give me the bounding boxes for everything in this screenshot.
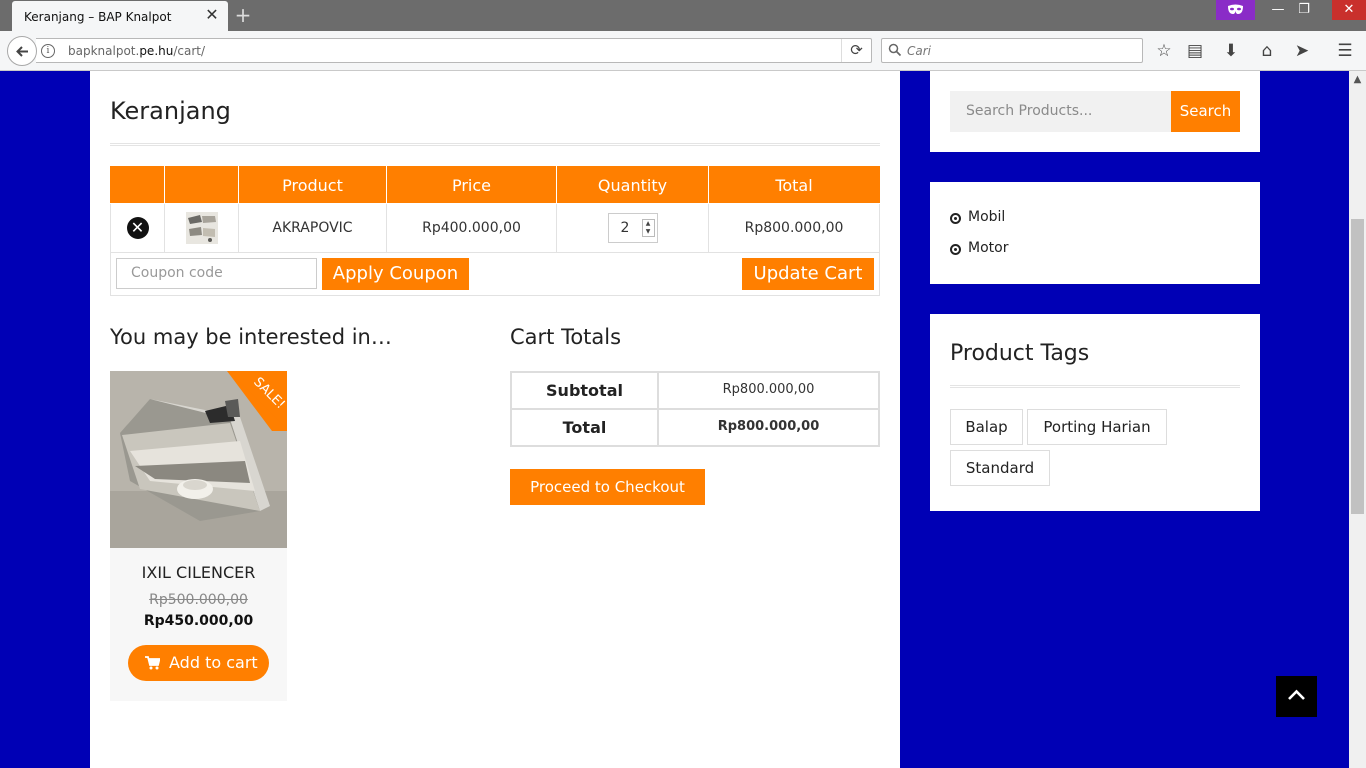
browser-search-bar[interactable]: Cari (881, 38, 1143, 63)
cart-table: Product Price Quantity Total ✕ AKRAPOVIC… (110, 166, 880, 253)
subtotal-row: Subtotal Rp800.000,00 (510, 371, 880, 410)
thumbnail-cell (164, 203, 239, 253)
main-content: Keranjang Product Price Quantity Total ✕ (90, 71, 900, 768)
close-tab-icon[interactable]: ✕ (204, 7, 220, 23)
col-header-remove (110, 166, 165, 204)
product-thumbnail[interactable] (185, 212, 218, 244)
col-header-quantity: Quantity (556, 166, 709, 204)
col-header-price: Price (386, 166, 557, 204)
cart-icon (145, 656, 160, 670)
scroll-to-top-button[interactable] (1276, 676, 1317, 717)
browser-search-placeholder: Cari (907, 44, 931, 58)
tags-divider (950, 385, 1240, 388)
subtotal-value: Rp800.000,00 (657, 371, 880, 410)
apply-coupon-button[interactable]: Apply Coupon (322, 258, 469, 290)
send-icon[interactable]: ➤ (1291, 40, 1313, 62)
category-label: Motor (968, 240, 1009, 256)
url-text: bapknalpot.pe.hu/cart/ (68, 44, 206, 58)
remove-cell: ✕ (110, 203, 165, 253)
categories-widget: Mobil Motor (930, 182, 1260, 284)
total-cell: Rp800.000,00 (708, 203, 880, 253)
category-link-mobil[interactable]: Mobil (950, 209, 1005, 225)
cart-totals-table: Subtotal Rp800.000,00 Total Rp800.000,00 (510, 371, 880, 447)
update-cart-button[interactable]: Update Cart (742, 258, 874, 290)
add-to-cart-button[interactable]: Add to cart (128, 645, 269, 681)
quantity-stepper[interactable]: 2 ▲ ▼ (607, 213, 658, 243)
product-title[interactable]: IXIL CILENCER (110, 563, 287, 582)
add-to-cart-label: Add to cart (169, 653, 258, 672)
browser-tab[interactable]: Keranjang – BAP Knalpot ✕ (12, 1, 228, 31)
private-browsing-icon (1216, 0, 1255, 20)
category-label: Mobil (968, 209, 1006, 225)
bullet-icon (950, 213, 961, 224)
col-header-total: Total (708, 166, 880, 204)
tag-balap[interactable]: Balap (950, 409, 1023, 445)
proceed-to-checkout-button[interactable]: Proceed to Checkout (510, 469, 705, 505)
browser-tab-bar: Keranjang – BAP Knalpot ✕ + — ❐ ✕ (0, 0, 1366, 31)
quantity-value: 2 (620, 220, 630, 236)
product-card: SALE! IXIL CILENCER Rp500.000,00 Rp450.0… (110, 371, 288, 701)
title-divider (110, 143, 880, 146)
tag-porting-harian[interactable]: Porting Harian (1027, 409, 1167, 445)
url-bar[interactable]: i bapknalpot.pe.hu/cart/ ⟳ (36, 38, 872, 63)
quantity-spinner-icon[interactable]: ▲ ▼ (641, 219, 655, 237)
total-row: Total Rp800.000,00 (510, 408, 880, 447)
restore-window-icon[interactable]: ❐ (1289, 0, 1319, 20)
reading-list-icon[interactable]: ▤ (1184, 40, 1206, 62)
sale-price: Rp450.000,00 (143, 613, 254, 629)
menu-icon[interactable]: ☰ (1334, 40, 1356, 62)
scroll-up-arrow-icon[interactable]: ▲ (1349, 71, 1366, 88)
quantity-cell: 2 ▲ ▼ (556, 203, 709, 253)
back-arrow-icon (16, 46, 28, 57)
product-tags-title: Product Tags (950, 341, 1090, 366)
back-button[interactable] (7, 36, 37, 66)
category-link-motor[interactable]: Motor (950, 240, 1008, 256)
bookmark-star-icon[interactable]: ☆ (1153, 40, 1175, 62)
cross-sells-heading: You may be interested in… (110, 325, 392, 349)
product-search-button[interactable]: Search (1171, 91, 1240, 132)
tab-title: Keranjang – BAP Knalpot (24, 10, 172, 24)
scrollbar-thumb[interactable] (1351, 219, 1364, 514)
cart-totals-heading: Cart Totals (510, 325, 622, 349)
new-tab-icon[interactable]: + (233, 4, 253, 26)
table-row: ✕ AKRAPOVIC Rp400.000,00 2 ▲ ▼ Rp800.000… (110, 203, 880, 253)
col-header-product: Product (238, 166, 387, 204)
page-title: Keranjang (110, 97, 231, 125)
reload-icon[interactable]: ⟳ (841, 39, 871, 62)
coupon-code-input[interactable]: Coupon code (116, 258, 317, 289)
downloads-icon[interactable]: ⬇ (1220, 40, 1242, 62)
total-label: Total (510, 408, 659, 447)
col-header-thumbnail (164, 166, 239, 204)
original-price: Rp500.000,00 (149, 592, 248, 608)
price-cell: Rp400.000,00 (386, 203, 557, 253)
site-info-icon[interactable]: i (41, 44, 55, 58)
remove-item-icon[interactable]: ✕ (126, 217, 149, 239)
home-icon[interactable]: ⌂ (1256, 40, 1278, 62)
page-scrollbar[interactable]: ▲ (1349, 71, 1366, 768)
product-tags-widget: Product Tags Balap Porting Harian Standa… (930, 314, 1260, 511)
cart-header-row: Product Price Quantity Total (110, 166, 880, 204)
search-icon (888, 43, 902, 57)
product-name-cell[interactable]: AKRAPOVIC (238, 203, 387, 253)
product-search-widget: Search Products... Search (930, 71, 1260, 152)
cart-actions-row: Coupon code Apply Coupon Update Cart (110, 252, 880, 296)
chevron-up-icon (1288, 689, 1305, 700)
bullet-icon (950, 244, 961, 255)
total-value: Rp800.000,00 (657, 408, 880, 447)
product-search-input[interactable]: Search Products... (950, 91, 1172, 132)
subtotal-label: Subtotal (510, 371, 659, 410)
close-window-icon[interactable]: ✕ (1332, 0, 1366, 20)
tag-standard[interactable]: Standard (950, 450, 1050, 486)
browser-nav-bar: i bapknalpot.pe.hu/cart/ ⟳ Cari ☆ ▤ ⬇ ⌂ … (0, 31, 1366, 71)
